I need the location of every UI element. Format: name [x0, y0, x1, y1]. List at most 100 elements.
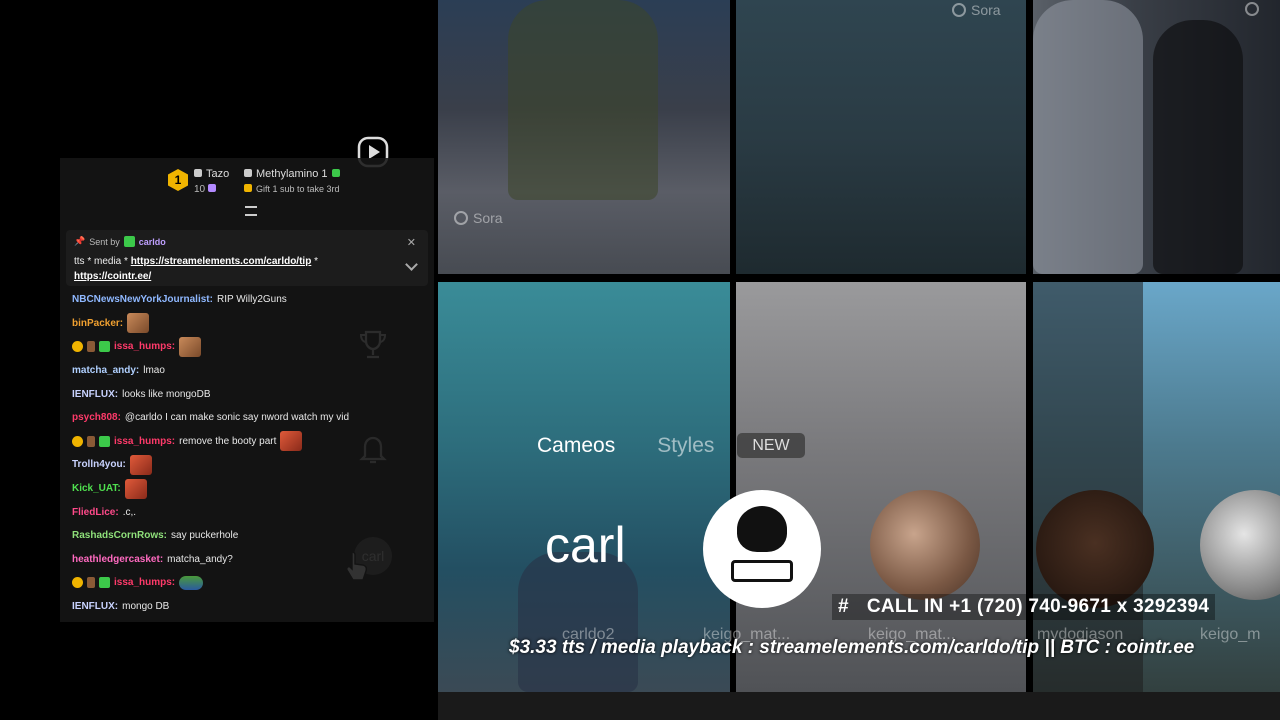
chat-message: FliedLice: .c,. [72, 500, 432, 524]
brown-badge-icon [87, 435, 95, 447]
sora-logo-icon [1245, 2, 1259, 16]
sub-icon [331, 169, 340, 177]
sora-watermark: Sora [952, 2, 1001, 18]
emote-icon [124, 478, 147, 499]
call-in-hash: # [838, 596, 849, 617]
gem-icon [207, 184, 216, 192]
video-tile-city[interactable]: Sora [736, 0, 1026, 274]
video-tile-people[interactable] [1033, 0, 1280, 274]
sora-logo-icon [952, 3, 966, 17]
chat-message: issa_humps: remove the booty part [72, 430, 432, 454]
chat-message: RashadsCornRows: say puckerhole [72, 524, 432, 548]
chat-text: looks like mongoDB [122, 388, 211, 400]
chat-username[interactable]: RashadsCornRows: [72, 530, 167, 541]
chat-text: matcha_andy? [167, 553, 233, 565]
chat-message: binPacker: [72, 312, 432, 336]
chat-message: matcha_andy: lmao [72, 359, 432, 383]
chat-text: .c,. [122, 506, 137, 518]
chat-text: @carldo I can make sonic say nword watch… [124, 412, 350, 424]
emote-icon [280, 431, 303, 452]
sora-watermark: Sora [454, 210, 503, 226]
cameo-avatar-man[interactable] [1036, 490, 1154, 608]
call-in-banner: # CALL IN +1 (720) 740-9671 x 3292394 [832, 594, 1216, 620]
chat-username[interactable]: IENFLUX: [72, 389, 118, 400]
chat-message: Trolln4you: [72, 453, 432, 477]
hype-user-2-count: 1 [321, 168, 328, 180]
sora-logo-icon [454, 211, 468, 225]
chat-username[interactable]: Kick_UAT: [72, 483, 121, 494]
sora-watermark [1245, 2, 1259, 16]
green-badge-icon [99, 341, 110, 353]
chat-username[interactable]: issa_humps: [114, 577, 175, 588]
chat-username[interactable]: Trolln4you: [72, 459, 126, 470]
pinned-sep: * [314, 256, 318, 267]
cameo-avatar-cat[interactable] [703, 490, 821, 608]
green-badge-icon [99, 435, 110, 447]
chat-text: say puckerhole [171, 530, 239, 542]
chat-username[interactable]: issa_humps: [114, 436, 175, 447]
gift-icon [244, 184, 252, 192]
emote-icon [179, 336, 202, 357]
tab-styles[interactable]: Styles [657, 434, 714, 458]
chat-username[interactable]: binPacker: [72, 318, 123, 329]
bottom-bar [438, 692, 1280, 720]
hype-user-1-count: 10 [194, 184, 206, 195]
call-in-text: CALL IN +1 (720) 740-9671 x 3292394 [866, 596, 1210, 617]
chat-username[interactable]: heathledgercasket: [72, 554, 163, 565]
pinned-link-tip[interactable]: https://streamelements.com/carldo/tip [131, 256, 312, 267]
cameo-style-tabs: Cameos Styles [537, 434, 714, 458]
chat-message: NBCNewsNewYorkJournalist: RIP Willy2Guns [72, 288, 432, 312]
hype-leaderboard: 1 Tazo Methylamino 1 10 Gift 1 sub to ta… [60, 158, 434, 216]
gem-icon [194, 169, 202, 177]
hype-status: Gift 1 sub to take 3rd [256, 184, 340, 194]
video-tile-meditation[interactable]: Sora [438, 0, 730, 274]
chat-text: RIP Willy2Guns [216, 294, 287, 306]
brown-badge-icon [87, 341, 95, 353]
hype-user-1: Tazo [206, 168, 230, 180]
chat-message: IENFLUX: looks like mongoDB [72, 382, 432, 406]
chat-text: lmao [143, 365, 165, 377]
chat-username[interactable]: matcha_andy: [72, 365, 139, 376]
green-badge-icon [99, 577, 110, 589]
emote-icon [179, 575, 204, 590]
gold-badge-icon [72, 577, 83, 589]
pinned-message[interactable]: 📌 Sent by carldo tts * media * https://s… [66, 230, 428, 286]
gold-badge-icon [72, 435, 83, 447]
chat-username[interactable]: FliedLice: [72, 507, 119, 518]
chevron-down-icon[interactable] [405, 258, 418, 271]
hype-level-badge: 1 [168, 169, 188, 191]
chat-text: remove the booty part [179, 435, 277, 447]
chat-text: mongo DB [122, 601, 170, 613]
emote-icon [127, 313, 150, 334]
chat-message: issa_humps: [72, 571, 432, 595]
verified-badge-icon [123, 236, 135, 247]
gem-icon [244, 169, 252, 177]
pinned-link-cointree[interactable]: https://cointr.ee/ [74, 271, 151, 282]
cameo-avatar-ball[interactable] [870, 490, 980, 600]
chat-message: psych808: @carldo I can make sonic say nw… [72, 406, 432, 430]
cameo-title: carl [545, 517, 626, 573]
brown-badge-icon [87, 577, 95, 589]
new-badge: NEW [737, 433, 805, 458]
unpin-icon[interactable]: ✕ [407, 236, 416, 249]
chat-panel: 1 Tazo Methylamino 1 10 Gift 1 sub to ta… [60, 158, 434, 622]
collapse-icon[interactable] [245, 206, 257, 216]
chat-message: heathledgercasket: matcha_andy? [72, 548, 432, 572]
emote-icon [129, 454, 152, 475]
chat-messages: NBCNewsNewYorkJournalist: RIP Willy2Guns b… [72, 288, 432, 618]
chat-message: IENFLUX: mongo DB [72, 595, 432, 619]
cameo-name: keigo_m [1200, 626, 1261, 643]
sent-by-label: Sent by [89, 236, 120, 247]
pinned-text: tts * media * [74, 256, 128, 267]
chat-username[interactable]: NBCNewsNewYorkJournalist: [72, 294, 213, 305]
hype-user-2: Methylamino [256, 168, 319, 180]
tab-cameos[interactable]: Cameos [537, 434, 615, 458]
gold-badge-icon [72, 341, 83, 353]
chat-message: Kick_UAT: [72, 477, 432, 501]
chat-username[interactable]: issa_humps: [114, 341, 175, 352]
chat-username[interactable]: IENFLUX: [72, 601, 118, 612]
chat-username[interactable]: psych808: [72, 412, 121, 423]
pinned-sender: carldo [138, 236, 166, 247]
chat-message: issa_humps: [72, 335, 432, 359]
tip-ticker: $3.33 tts / media playback : streameleme… [509, 637, 1195, 658]
